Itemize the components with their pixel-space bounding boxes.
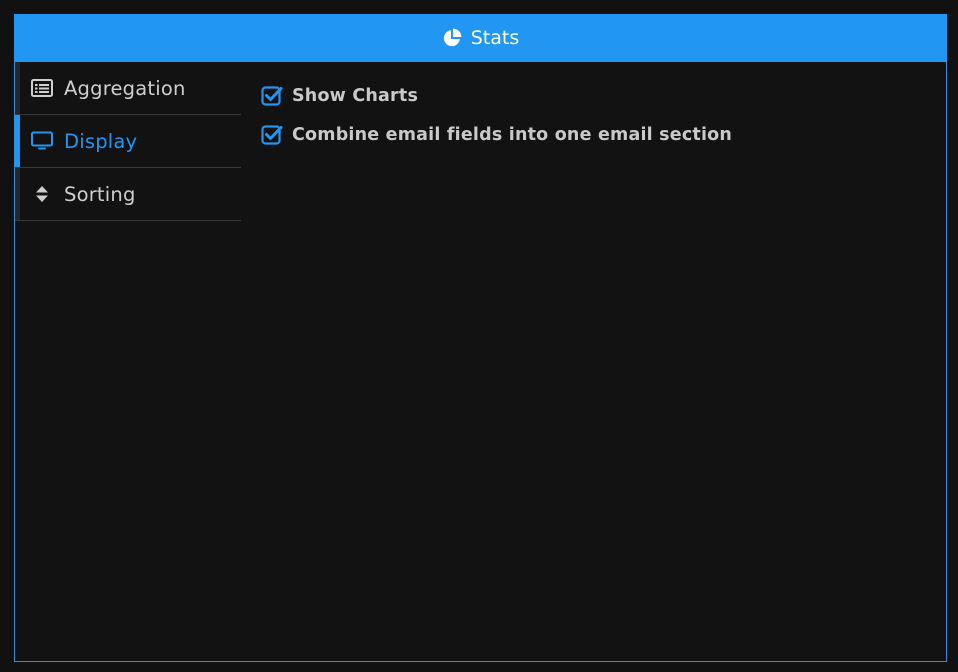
sidebar-item-label: Aggregation: [64, 76, 186, 100]
show-charts-option[interactable]: Show Charts: [261, 76, 732, 115]
sidebar-item-display[interactable]: Display: [15, 115, 241, 168]
combine-email-label: Combine email fields into one email sect…: [292, 124, 733, 145]
sidebar-item-aggregation[interactable]: Aggregation: [15, 62, 241, 115]
list-alt-icon: [31, 78, 53, 98]
sidebar: Aggregation Display Sorting: [15, 62, 241, 221]
sidebar-item-label: Sorting: [64, 182, 136, 206]
stats-panel: Stats Aggregation Display Sorting Show C…: [14, 14, 947, 662]
checkbox-checked-icon[interactable]: [261, 124, 283, 146]
panel-header: Stats: [14, 14, 947, 62]
combine-email-option[interactable]: Combine email fields into one email sect…: [261, 115, 732, 154]
sort-icon: [31, 184, 53, 204]
display-options: Show Charts Combine email fields into on…: [261, 76, 732, 154]
monitor-icon: [31, 131, 53, 151]
show-charts-label: Show Charts: [292, 85, 419, 106]
sidebar-item-label: Display: [64, 129, 138, 153]
pie-chart-icon: [442, 28, 462, 48]
checkbox-checked-icon[interactable]: [261, 85, 283, 107]
panel-title: Stats: [470, 27, 520, 49]
sidebar-item-sorting[interactable]: Sorting: [15, 168, 241, 221]
